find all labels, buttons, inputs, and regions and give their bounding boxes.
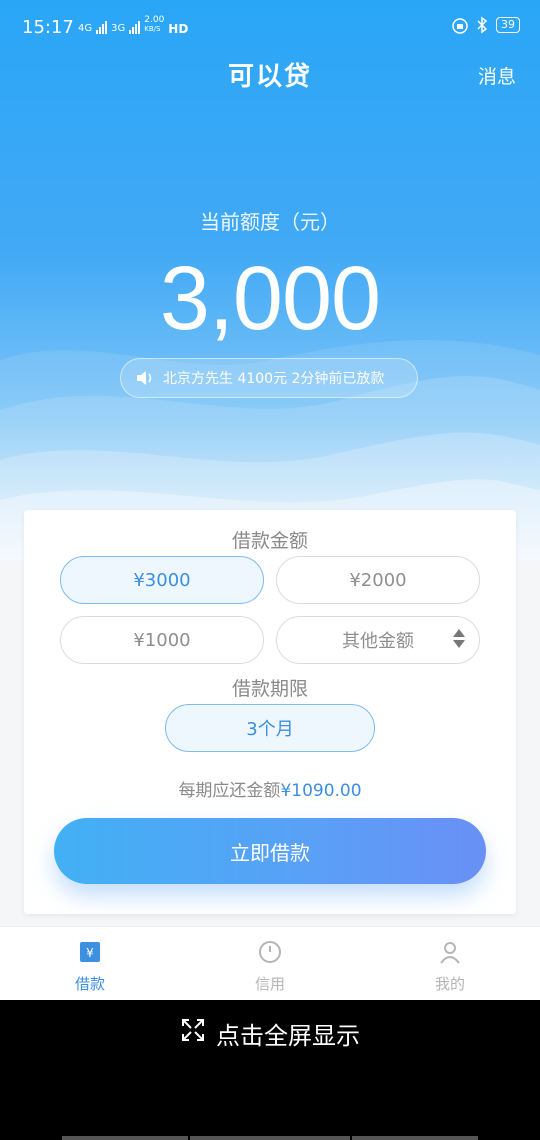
tab-credit[interactable]: 信用 (180, 927, 360, 1000)
loan-amount-title: 借款金额 (231, 530, 308, 552)
lock-rotation-icon (452, 18, 468, 34)
signal-2-icon (129, 20, 141, 34)
select-arrows-icon (453, 629, 465, 648)
status-time: 15:17 (22, 17, 74, 38)
net-speed-value: 2.00 (144, 15, 165, 25)
network-1-label: 4G (78, 23, 93, 34)
loan-notice-banner: 北京方先生 4100元 2分钟前已放款 (120, 358, 418, 398)
battery-indicator: 39 (496, 17, 520, 33)
messages-link[interactable]: 消息 (478, 62, 516, 89)
loan-card: 借款金额 ¥3000 ¥2000 ¥1000 其他金额 借款期限 3个月 每期应… (24, 510, 516, 914)
tab-label: 信用 (254, 975, 285, 993)
speaker-icon (135, 369, 155, 387)
repayment-info: 每期应还金额¥1090.00 (24, 776, 516, 801)
quota-label: 当前额度（元） (200, 210, 340, 234)
repayment-amount: ¥1090.00 (280, 781, 362, 801)
network-2-label: 3G (111, 23, 126, 34)
amount-other-select[interactable]: 其他金额 (276, 616, 480, 664)
gauge-icon (255, 937, 285, 967)
fullscreen-label: 点击全屏显示 (216, 1021, 360, 1050)
amount-option-label: ¥1000 (133, 629, 191, 651)
notice-text: 北京方先生 4100元 2分钟前已放款 (163, 371, 385, 387)
amount-option-label: ¥2000 (349, 569, 407, 591)
tab-borrow[interactable]: ¥ 借款 (0, 927, 180, 1000)
tab-label: 我的 (434, 975, 465, 993)
loan-term-title: 借款期限 (231, 678, 308, 700)
borrow-now-button[interactable]: 立即借款 (54, 818, 486, 884)
quota-value: 3,000 (159, 249, 381, 349)
wallet-icon: ¥ (75, 937, 105, 967)
bluetooth-icon (477, 16, 488, 34)
amount-option-1000[interactable]: ¥1000 (60, 616, 264, 664)
user-icon (435, 937, 465, 967)
signal-1-icon (96, 20, 108, 34)
amount-option-2000[interactable]: ¥2000 (276, 556, 480, 604)
svg-text:¥: ¥ (86, 946, 94, 960)
fullscreen-prompt[interactable]: 点击全屏显示 (0, 1000, 540, 1066)
bottom-tab-bar: ¥ 借款 信用 我的 (0, 926, 540, 1000)
term-option-3-months[interactable]: 3个月 (165, 704, 375, 752)
tab-label: 借款 (74, 975, 105, 993)
hd-badge: HD (168, 22, 189, 36)
amount-option-label: 其他金额 (342, 631, 414, 652)
amount-option-label: ¥3000 (133, 569, 191, 591)
nav-indicator-right (352, 1136, 478, 1140)
app-screen: 15:17 4G 3G 2.00 KB/S HD 39 可以贷 消息 当前额度（… (0, 0, 540, 1000)
status-right: 39 (452, 16, 520, 34)
net-speed-unit: KB/S (144, 25, 161, 33)
network-indicators: 4G 3G 2.00 KB/S HD (78, 16, 189, 36)
nav-indicator-left (62, 1136, 188, 1140)
nav-indicator-center (190, 1136, 350, 1140)
term-option-label: 3个月 (246, 719, 294, 740)
repayment-label: 每期应还金额 (178, 781, 281, 801)
hero-banner: 15:17 4G 3G 2.00 KB/S HD 39 可以贷 消息 当前额度（… (0, 0, 540, 560)
expand-icon (180, 1017, 206, 1049)
tab-mine[interactable]: 我的 (360, 927, 540, 1000)
app-title: 可以贷 (227, 62, 312, 92)
status-bar: 15:17 4G 3G 2.00 KB/S HD 39 (0, 0, 540, 52)
amount-option-3000[interactable]: ¥3000 (60, 556, 264, 604)
net-speed: 2.00 KB/S (144, 16, 164, 34)
